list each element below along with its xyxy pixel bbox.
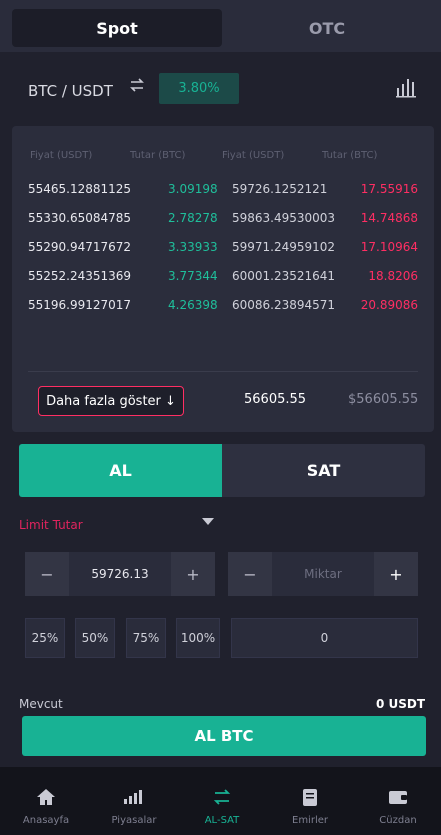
bid-price: 55196.99127017 — [28, 298, 132, 312]
price-stepper: − 59726.13 + — [25, 552, 215, 596]
order-type-select[interactable]: Limit Tutar — [19, 518, 83, 532]
ask-amount: 14.74868 — [360, 211, 418, 225]
bid-amount: 3.33933 — [168, 240, 218, 254]
bar-chart-icon — [123, 787, 145, 807]
header-ask-amount: Tutar (BTC) — [322, 150, 378, 161]
orderbook-row[interactable]: 55330.65084785 2.78278 59863.49530003 14… — [28, 211, 418, 227]
show-more-button[interactable]: Daha fazla göster ↓ — [38, 386, 184, 416]
orderbook-row[interactable]: 55196.99127017 4.26398 60086.23894571 20… — [28, 298, 418, 314]
bid-price: 55252.24351369 — [28, 269, 132, 283]
last-price-usd: $56605.55 — [348, 392, 419, 407]
percent-25-button[interactable]: 25% — [25, 618, 65, 658]
nav-item-home[interactable]: Anasayfa — [2, 767, 90, 835]
orderbook-divider — [28, 371, 418, 372]
amount-input[interactable]: Miktar — [272, 552, 374, 596]
nav-item-markets[interactable]: Piyasalar — [90, 767, 178, 835]
ask-price: 60086.23894571 — [232, 298, 336, 312]
orderbook-row[interactable]: 55465.12881125 3.09198 59726.1252121 17.… — [28, 182, 418, 198]
bid-price: 55290.94717672 — [28, 240, 132, 254]
swap-icon — [211, 787, 233, 807]
bottom-navigation: Anasayfa Piyasalar AL-SAT Emirler Cüzdan — [0, 767, 441, 835]
ask-amount: 17.55916 — [360, 182, 418, 196]
candlestick-chart-icon[interactable] — [396, 76, 416, 98]
nav-label: Anasayfa — [22, 815, 70, 826]
header-bid-amount: Tutar (BTC) — [130, 150, 186, 161]
nav-item-wallet[interactable]: Cüzdan — [354, 767, 441, 835]
swap-pair-icon[interactable] — [128, 76, 148, 96]
header-ask-price: Fiyat (USDT) — [222, 150, 285, 161]
ask-price: 59726.1252121 — [232, 182, 328, 196]
tab-otc[interactable]: OTC — [222, 9, 432, 47]
amount-stepper: − Miktar + — [228, 552, 418, 596]
ask-amount: 17.10964 — [360, 240, 418, 254]
nav-item-orders[interactable]: Emirler — [266, 767, 354, 835]
ask-amount: 18.8206 — [368, 269, 418, 283]
price-decrement-button[interactable]: − — [25, 552, 69, 596]
ask-price: 59863.49530003 — [232, 211, 336, 225]
buy-tab[interactable]: AL — [19, 444, 222, 497]
last-price: 56605.55 — [244, 392, 307, 407]
nav-label: Piyasalar — [111, 815, 157, 826]
buy-btc-button[interactable]: AL BTC — [22, 716, 426, 756]
nav-item-trade[interactable]: AL-SAT — [178, 767, 266, 835]
chevron-down-icon[interactable] — [202, 518, 214, 525]
nav-label: Cüzdan — [379, 815, 417, 826]
bid-amount: 3.09198 — [168, 182, 218, 196]
tab-spot[interactable]: Spot — [12, 9, 222, 47]
price-change-badge: 3.80% — [159, 73, 239, 104]
ask-price: 59971.24959102 — [232, 240, 336, 254]
percent-75-button[interactable]: 75% — [126, 618, 166, 658]
orderbook-row[interactable]: 55290.94717672 3.33933 59971.24959102 17… — [28, 240, 418, 256]
nav-label: AL-SAT — [204, 815, 240, 826]
orderbook-row[interactable]: 55252.24351369 3.77344 60001.23521641 18… — [28, 269, 418, 285]
bid-price: 55330.65084785 — [28, 211, 132, 225]
percent-50-button[interactable]: 50% — [75, 618, 115, 658]
available-label: Mevcut — [19, 697, 63, 711]
amount-increment-button[interactable]: + — [374, 552, 418, 596]
wallet-icon — [387, 787, 409, 807]
ask-price: 60001.23521641 — [232, 269, 336, 283]
percent-100-button[interactable]: 100% — [176, 618, 220, 658]
price-input[interactable]: 59726.13 — [69, 552, 171, 596]
ask-amount: 20.89086 — [360, 298, 418, 312]
pair-symbol[interactable]: BTC / USDT — [28, 82, 113, 100]
bid-amount: 4.26398 — [168, 298, 218, 312]
amount-decrement-button[interactable]: − — [228, 552, 272, 596]
total-amount-field[interactable]: 0 — [231, 618, 418, 658]
home-icon — [35, 787, 57, 807]
bid-amount: 3.77344 — [168, 269, 218, 283]
sell-tab[interactable]: SAT — [222, 444, 425, 497]
document-icon — [299, 787, 321, 807]
market-type-tabs: Spot OTC — [0, 0, 441, 52]
header-bid-price: Fiyat (USDT) — [30, 150, 93, 161]
bid-amount: 2.78278 — [168, 211, 218, 225]
nav-label: Emirler — [292, 815, 328, 826]
available-balance: 0 USDT — [375, 697, 425, 711]
price-increment-button[interactable]: + — [171, 552, 215, 596]
bid-price: 55465.12881125 — [28, 182, 132, 196]
